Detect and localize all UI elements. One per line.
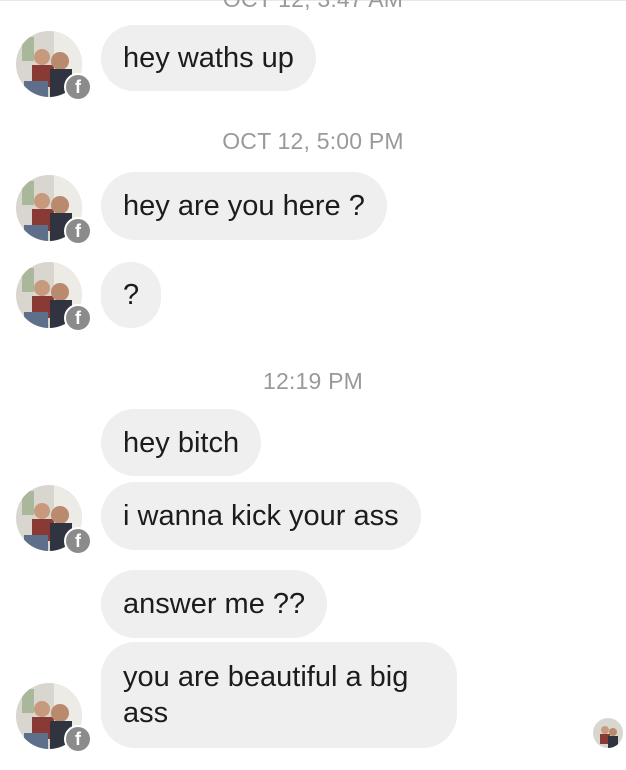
message-bubble[interactable]: hey bitch [101, 409, 262, 476]
partial-timestamp: OCT 12, 3:47 AM [0, 0, 626, 13]
facebook-badge-icon: f [64, 304, 92, 332]
message-bubble[interactable]: i wanna kick your ass [101, 482, 421, 550]
sender-avatar[interactable]: f [16, 485, 92, 555]
timestamp: 12:19 PM [262, 368, 364, 394]
timestamp: OCT 12, 5:00 PM [222, 128, 404, 154]
message-text: hey waths up [123, 42, 294, 74]
facebook-badge-icon: f [64, 217, 92, 245]
sender-avatar[interactable]: f [16, 262, 92, 332]
seen-avatar-icon [593, 718, 623, 748]
facebook-badge-icon: f [64, 725, 92, 753]
message-bubble[interactable]: answer me ?? [101, 570, 328, 638]
message-bubble[interactable]: hey waths up [101, 25, 316, 91]
message-text: answer me ?? [123, 588, 306, 620]
sender-avatar[interactable]: f [16, 683, 92, 753]
message-text: i wanna kick your ass [123, 500, 399, 532]
message-text: ? [123, 279, 140, 311]
message-bubble[interactable]: you are beautiful a big ass [101, 642, 457, 748]
message-text: hey are you here ? [123, 190, 365, 222]
facebook-badge-icon: f [64, 527, 92, 555]
message-bubble[interactable]: hey are you here ? [101, 172, 387, 240]
facebook-badge-icon: f [64, 73, 92, 101]
message-text: you are beautiful a big ass [123, 661, 409, 729]
message-text: hey bitch [123, 426, 240, 459]
sender-avatar[interactable]: f [16, 175, 92, 245]
sender-avatar[interactable]: f [16, 31, 92, 101]
message-bubble[interactable]: ? [101, 262, 162, 328]
